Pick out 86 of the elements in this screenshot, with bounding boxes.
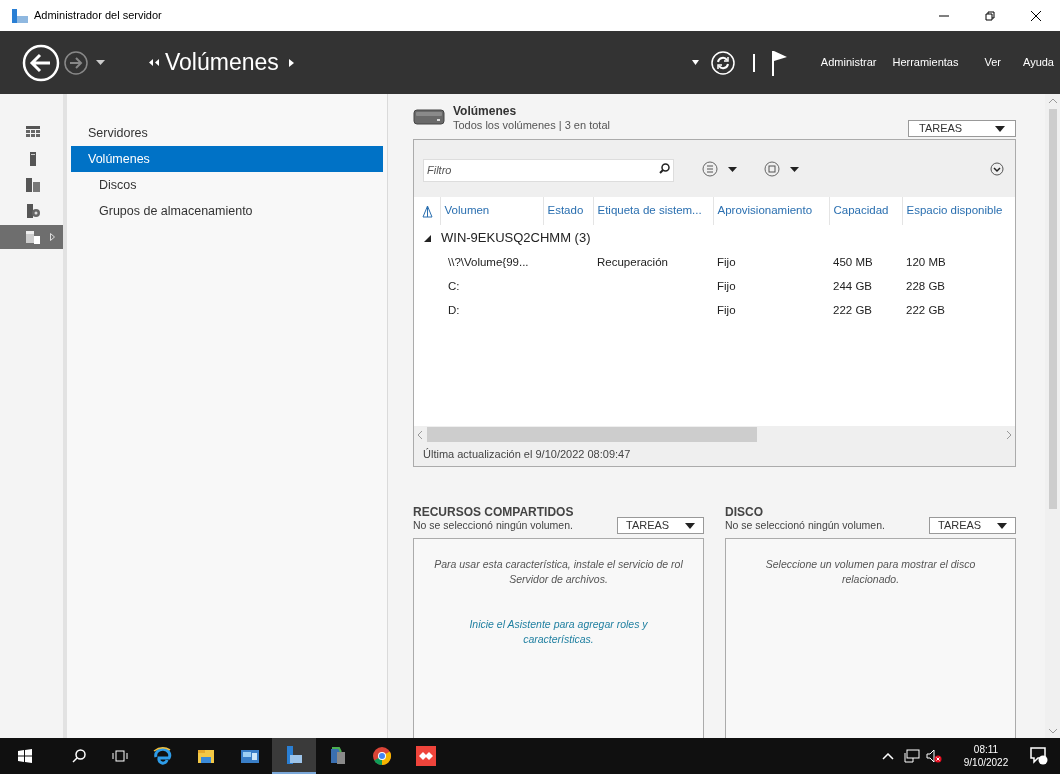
table-cell: C: xyxy=(448,280,460,293)
tasks-button[interactable]: TAREAS xyxy=(929,517,1016,534)
save-options-icon[interactable] xyxy=(764,160,800,177)
double-chevron-icon[interactable] xyxy=(149,59,159,66)
clock-time[interactable]: 08:11 xyxy=(973,743,999,756)
last-updated-text: Última actualización el 9/10/2022 08:09:47 xyxy=(422,447,632,462)
caret-icon[interactable] xyxy=(997,522,1007,529)
chevron-up-icon[interactable] xyxy=(882,752,894,760)
caret-icon[interactable] xyxy=(96,60,105,65)
section-subtitle: Todos los volúmenes | 3 en total xyxy=(453,118,610,132)
clock-date[interactable]: 9/10/2022 xyxy=(963,756,1009,769)
column-header[interactable]: Etiqueta de sistem... xyxy=(597,204,702,217)
refresh-icon[interactable] xyxy=(710,50,735,75)
panel-title: DISCO xyxy=(725,505,764,519)
e-browser-icon[interactable] xyxy=(152,746,172,766)
column-header[interactable]: Volumen xyxy=(444,204,490,217)
browser-circle-icon[interactable] xyxy=(372,746,392,766)
volume-muted-icon[interactable] xyxy=(926,749,942,763)
column-header[interactable]: Aprovisionamiento xyxy=(717,204,813,217)
sort-icon[interactable] xyxy=(422,204,433,218)
collapse-icon[interactable] xyxy=(424,234,431,242)
flag-icon[interactable] xyxy=(770,49,787,76)
nav-item[interactable]: Servidores xyxy=(71,120,383,146)
nav-item[interactable]: Discos xyxy=(71,172,383,198)
menu-item[interactable]: Administrar xyxy=(820,54,877,71)
column-header[interactable]: Espacio disponible xyxy=(906,204,1003,217)
expand-icon[interactable] xyxy=(990,161,1004,176)
notification-icon[interactable] xyxy=(1030,747,1048,765)
filter-field[interactable]: Filtro xyxy=(423,158,674,182)
tasks-button[interactable]: TAREAS xyxy=(908,120,1016,137)
grid-icon[interactable] xyxy=(26,126,40,140)
table-cell: 228 GB xyxy=(906,280,945,293)
chevron-icon[interactable] xyxy=(288,58,294,67)
table-cell: Fijo xyxy=(717,280,736,293)
panel-subtitle: No se seleccionó ningún volumen. xyxy=(725,518,885,534)
breadcrumb-title: Volúmenes xyxy=(165,48,279,78)
table-cell: Recuperación xyxy=(597,256,668,269)
section-title: Volúmenes xyxy=(453,104,518,118)
servers-icon[interactable] xyxy=(26,178,40,192)
nav-item[interactable]: Grupos de almacenamiento xyxy=(71,198,383,224)
server-gear-icon[interactable] xyxy=(26,204,40,218)
panel-title: RECURSOS COMPARTIDOS xyxy=(413,505,575,519)
search-icon[interactable] xyxy=(659,163,670,174)
menu-item[interactable]: Ver xyxy=(984,54,1001,71)
panel-subtitle: No se seleccionó ningún volumen. xyxy=(413,518,573,534)
scrollbar-thumb[interactable] xyxy=(427,427,757,442)
table-cell: \\?\Volume{99... xyxy=(448,256,529,269)
table-cell: 222 GB xyxy=(833,304,872,317)
folders-icon[interactable] xyxy=(26,230,40,244)
diamond-app-icon[interactable] xyxy=(416,746,436,766)
nav-item[interactable]: Volúmenes xyxy=(71,146,383,172)
table-cell: Fijo xyxy=(717,256,736,269)
restore-icon[interactable] xyxy=(984,9,996,22)
table-cell: 120 MB xyxy=(906,256,946,269)
rail-item[interactable] xyxy=(0,225,63,249)
wizard-link[interactable]: Inicie el Asistente para agregar roles y características. xyxy=(443,617,674,647)
table-cell: 222 GB xyxy=(906,304,945,317)
table-cell: 244 GB xyxy=(833,280,872,293)
tasks-button[interactable]: TAREAS xyxy=(617,517,704,534)
group-label[interactable]: WIN-9EKUSQ2CHMM (3) xyxy=(441,228,591,248)
task-view-icon[interactable] xyxy=(112,749,128,763)
list-options-icon[interactable] xyxy=(702,160,738,177)
table-cell: Fijo xyxy=(717,304,736,317)
server-manager-icon[interactable] xyxy=(284,745,304,765)
caret-icon[interactable] xyxy=(691,60,699,65)
info-message: Seleccione un volumen para mostrar el disco relacionado. xyxy=(764,557,977,587)
network-icon[interactable] xyxy=(904,749,920,763)
forward-icon[interactable] xyxy=(64,50,88,75)
start-icon[interactable] xyxy=(18,749,32,763)
caret-icon[interactable] xyxy=(995,125,1005,132)
column-header[interactable]: Estado xyxy=(547,204,584,217)
menu-item[interactable]: Herramientas xyxy=(892,54,959,71)
table-cell: D: xyxy=(448,304,460,317)
menu-item[interactable]: Ayuda xyxy=(1023,54,1054,71)
server-manager-icon xyxy=(12,8,28,23)
search-icon[interactable] xyxy=(72,749,86,763)
scrollbar-thumb[interactable] xyxy=(1048,109,1057,509)
info-message: Para usar esta característica, instale el servicio de rol Servidor de archivos. xyxy=(433,557,684,587)
drive-icon xyxy=(413,109,445,125)
table-cell: 450 MB xyxy=(833,256,873,269)
caret-icon[interactable] xyxy=(685,522,695,529)
close-icon[interactable] xyxy=(1030,9,1042,22)
column-header[interactable]: Capacidad xyxy=(833,204,889,217)
window-title: Administrador del servidor xyxy=(34,8,162,24)
back-icon[interactable] xyxy=(22,43,60,82)
setup-box-icon[interactable] xyxy=(328,746,348,766)
